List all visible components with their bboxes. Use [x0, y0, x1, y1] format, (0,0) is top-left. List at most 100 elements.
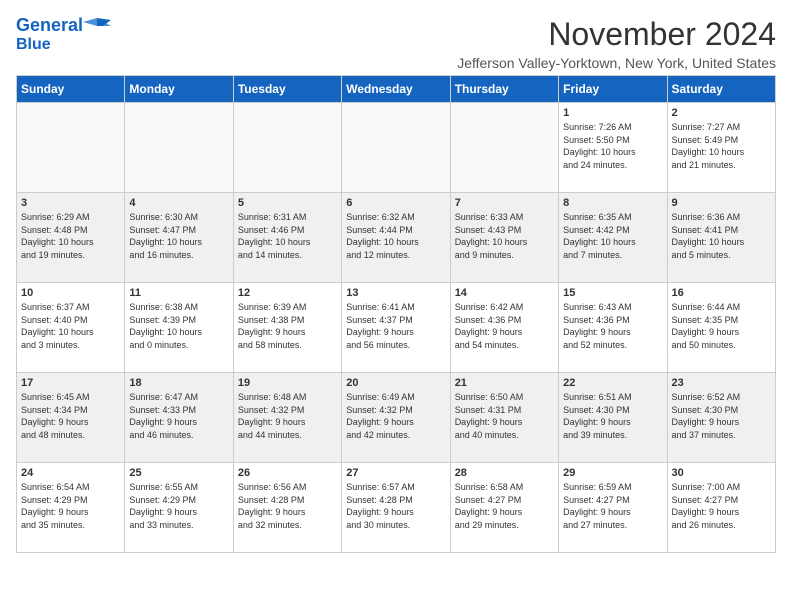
calendar-week-row: 3 Sunrise: 6:29 AM Sunset: 4:48 PM Daylig…: [17, 193, 776, 283]
calendar-week-row: 1Sunrise: 7:26 AM Sunset: 5:50 PM Daylig…: [17, 103, 776, 193]
day-info: Sunrise: 6:56 AM Sunset: 4:28 PM Dayligh…: [238, 481, 337, 531]
calendar-cell: 11Sunrise: 6:38 AM Sunset: 4:39 PM Dayli…: [125, 283, 233, 373]
month-title: November 2024: [457, 16, 776, 53]
day-number: 25: [129, 467, 228, 479]
calendar-header: SundayMondayTuesdayWednesdayThursdayFrid…: [17, 76, 776, 103]
day-info: Sunrise: 6:43 AM Sunset: 4:36 PM Dayligh…: [563, 301, 662, 351]
calendar-cell: 26 Sunrise: 6:56 AM Sunset: 4:28 PM Dayli…: [233, 463, 341, 553]
day-info: Sunrise: 6:52 AM Sunset: 4:30 PM Dayligh…: [672, 391, 771, 441]
day-number: 2: [672, 107, 771, 119]
day-info: Sunrise: 6:41 AM Sunset: 4:37 PM Dayligh…: [346, 301, 445, 351]
calendar-week-row: 17 Sunrise: 6:45 AM Sunset: 4:34 PM Dayli…: [17, 373, 776, 463]
day-info: Sunrise: 7:26 AM Sunset: 5:50 PM Dayligh…: [563, 121, 662, 171]
calendar-cell: [17, 103, 125, 193]
day-info: Sunrise: 6:51 AM Sunset: 4:30 PM Dayligh…: [563, 391, 662, 441]
day-info: Sunrise: 6:50 AM Sunset: 4:31 PM Dayligh…: [455, 391, 554, 441]
day-info: Sunrise: 6:47 AM Sunset: 4:33 PM Dayligh…: [129, 391, 228, 441]
calendar-cell: [233, 103, 341, 193]
calendar-cell: 18 Sunrise: 6:47 AM Sunset: 4:33 PM Dayli…: [125, 373, 233, 463]
weekday-header: Monday: [125, 76, 233, 103]
day-number: 15: [563, 287, 662, 299]
day-number: 21: [455, 377, 554, 389]
calendar-cell: 20 Sunrise: 6:49 AM Sunset: 4:32 PM Dayli…: [342, 373, 450, 463]
day-info: Sunrise: 6:48 AM Sunset: 4:32 PM Dayligh…: [238, 391, 337, 441]
day-number: 26: [238, 467, 337, 479]
calendar-cell: 29Sunrise: 6:59 AM Sunset: 4:27 PM Dayli…: [559, 463, 667, 553]
logo: General Blue: [16, 16, 111, 54]
calendar-cell: [342, 103, 450, 193]
calendar-cell: 4Sunrise: 6:30 AM Sunset: 4:47 PM Daylig…: [125, 193, 233, 283]
day-info: Sunrise: 6:37 AM Sunset: 4:40 PM Dayligh…: [21, 301, 120, 351]
day-number: 3: [21, 197, 120, 209]
day-info: Sunrise: 6:54 AM Sunset: 4:29 PM Dayligh…: [21, 481, 120, 531]
day-info: Sunrise: 6:39 AM Sunset: 4:38 PM Dayligh…: [238, 301, 337, 351]
day-info: Sunrise: 6:32 AM Sunset: 4:44 PM Dayligh…: [346, 211, 445, 261]
day-number: 8: [563, 197, 662, 209]
calendar-cell: 13 Sunrise: 6:41 AM Sunset: 4:37 PM Dayli…: [342, 283, 450, 373]
day-number: 6: [346, 197, 445, 209]
day-number: 13: [346, 287, 445, 299]
calendar-cell: 15 Sunrise: 6:43 AM Sunset: 4:36 PM Dayli…: [559, 283, 667, 373]
day-info: Sunrise: 6:44 AM Sunset: 4:35 PM Dayligh…: [672, 301, 771, 351]
calendar-cell: 28 Sunrise: 6:58 AM Sunset: 4:27 PM Dayli…: [450, 463, 558, 553]
day-number: 7: [455, 197, 554, 209]
weekday-header: Friday: [559, 76, 667, 103]
day-number: 12: [238, 287, 337, 299]
day-number: 19: [238, 377, 337, 389]
day-info: Sunrise: 6:36 AM Sunset: 4:41 PM Dayligh…: [672, 211, 771, 261]
calendar-week-row: 10 Sunrise: 6:37 AM Sunset: 4:40 PM Dayli…: [17, 283, 776, 373]
day-info: Sunrise: 6:30 AM Sunset: 4:47 PM Dayligh…: [129, 211, 228, 261]
day-number: 30: [672, 467, 771, 479]
day-info: Sunrise: 6:31 AM Sunset: 4:46 PM Dayligh…: [238, 211, 337, 261]
day-info: Sunrise: 6:38 AM Sunset: 4:39 PM Dayligh…: [129, 301, 228, 351]
day-info: Sunrise: 6:29 AM Sunset: 4:48 PM Dayligh…: [21, 211, 120, 261]
day-info: Sunrise: 7:00 AM Sunset: 4:27 PM Dayligh…: [672, 481, 771, 531]
calendar-body: 1Sunrise: 7:26 AM Sunset: 5:50 PM Daylig…: [17, 103, 776, 553]
day-info: Sunrise: 7:27 AM Sunset: 5:49 PM Dayligh…: [672, 121, 771, 171]
calendar-cell: 17 Sunrise: 6:45 AM Sunset: 4:34 PM Dayli…: [17, 373, 125, 463]
day-number: 22: [563, 377, 662, 389]
calendar-cell: [125, 103, 233, 193]
page-header: General Blue November 2024 Jefferson Val…: [16, 16, 776, 71]
day-number: 27: [346, 467, 445, 479]
day-number: 10: [21, 287, 120, 299]
calendar-cell: 21 Sunrise: 6:50 AM Sunset: 4:31 PM Dayli…: [450, 373, 558, 463]
calendar-week-row: 24 Sunrise: 6:54 AM Sunset: 4:29 PM Dayli…: [17, 463, 776, 553]
calendar-cell: 12 Sunrise: 6:39 AM Sunset: 4:38 PM Dayli…: [233, 283, 341, 373]
calendar-cell: 10 Sunrise: 6:37 AM Sunset: 4:40 PM Dayli…: [17, 283, 125, 373]
day-number: 20: [346, 377, 445, 389]
day-info: Sunrise: 6:57 AM Sunset: 4:28 PM Dayligh…: [346, 481, 445, 531]
calendar-cell: 9 Sunrise: 6:36 AM Sunset: 4:41 PM Daylig…: [667, 193, 775, 283]
day-number: 17: [21, 377, 120, 389]
calendar-cell: 6 Sunrise: 6:32 AM Sunset: 4:44 PM Daylig…: [342, 193, 450, 283]
day-info: Sunrise: 6:35 AM Sunset: 4:42 PM Dayligh…: [563, 211, 662, 261]
weekday-header: Tuesday: [233, 76, 341, 103]
title-area: November 2024 Jefferson Valley-Yorktown,…: [457, 16, 776, 71]
calendar-table: SundayMondayTuesdayWednesdayThursdayFrid…: [16, 75, 776, 553]
location-subtitle: Jefferson Valley-Yorktown, New York, Uni…: [457, 55, 776, 71]
day-number: 5: [238, 197, 337, 209]
day-number: 18: [129, 377, 228, 389]
calendar-cell: [450, 103, 558, 193]
calendar-cell: 22 Sunrise: 6:51 AM Sunset: 4:30 PM Dayli…: [559, 373, 667, 463]
day-number: 23: [672, 377, 771, 389]
calendar-cell: 8 Sunrise: 6:35 AM Sunset: 4:42 PM Daylig…: [559, 193, 667, 283]
logo-bird-icon: [83, 16, 111, 36]
calendar-cell: 30 Sunrise: 7:00 AM Sunset: 4:27 PM Dayli…: [667, 463, 775, 553]
day-info: Sunrise: 6:55 AM Sunset: 4:29 PM Dayligh…: [129, 481, 228, 531]
calendar-cell: 5 Sunrise: 6:31 AM Sunset: 4:46 PM Daylig…: [233, 193, 341, 283]
calendar-cell: 24 Sunrise: 6:54 AM Sunset: 4:29 PM Dayli…: [17, 463, 125, 553]
logo-blue-text: Blue: [16, 36, 51, 54]
weekday-header: Sunday: [17, 76, 125, 103]
day-number: 9: [672, 197, 771, 209]
day-number: 24: [21, 467, 120, 479]
day-info: Sunrise: 6:33 AM Sunset: 4:43 PM Dayligh…: [455, 211, 554, 261]
day-number: 29: [563, 467, 662, 479]
day-info: Sunrise: 6:49 AM Sunset: 4:32 PM Dayligh…: [346, 391, 445, 441]
day-info: Sunrise: 6:45 AM Sunset: 4:34 PM Dayligh…: [21, 391, 120, 441]
calendar-cell: 27 Sunrise: 6:57 AM Sunset: 4:28 PM Dayli…: [342, 463, 450, 553]
calendar-cell: 1Sunrise: 7:26 AM Sunset: 5:50 PM Daylig…: [559, 103, 667, 193]
day-info: Sunrise: 6:58 AM Sunset: 4:27 PM Dayligh…: [455, 481, 554, 531]
day-number: 28: [455, 467, 554, 479]
day-number: 16: [672, 287, 771, 299]
